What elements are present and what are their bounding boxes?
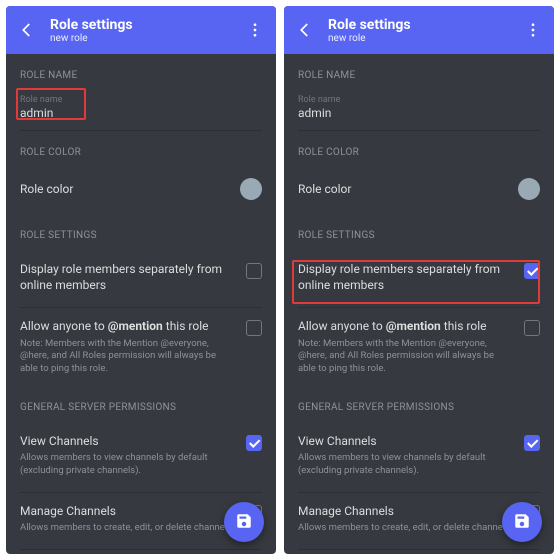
save-fab[interactable] — [224, 502, 264, 542]
perm-view-channels-title: View Channels — [20, 433, 236, 449]
setting-allow-mention-desc: Note: Members with the Mention @everyone… — [298, 338, 514, 376]
back-arrow-icon[interactable] — [18, 21, 36, 39]
perm-view-channels-desc: Allows members to view channels by defau… — [298, 452, 514, 478]
role-name-field[interactable]: Role name admin — [20, 91, 262, 126]
perm-view-channels-desc: Allows members to view channels by defau… — [20, 452, 236, 478]
checkbox-allow-mention[interactable] — [246, 320, 262, 336]
role-color-label: Role color — [20, 182, 240, 196]
role-name-field-label: Role name — [298, 95, 540, 105]
save-icon — [513, 512, 531, 533]
perm-view-channels-title: View Channels — [298, 433, 514, 449]
setting-display-separate[interactable]: Display role members separately from onl… — [20, 251, 262, 303]
setting-allow-mention-title: Allow anyone to @mention this role — [298, 318, 514, 334]
perm-manage-channels-title: Manage Channels — [20, 503, 236, 519]
phone-right: Role settings new role ROLE NAME Role na… — [284, 6, 554, 554]
role-color-swatch[interactable] — [240, 178, 262, 200]
setting-display-separate-title: Display role members separately from onl… — [298, 261, 514, 293]
setting-allow-mention[interactable]: Allow anyone to @mention this role Note:… — [20, 308, 262, 386]
role-name-field-label: Role name — [20, 95, 262, 105]
header-bar: Role settings new role — [6, 6, 276, 54]
role-color-row[interactable]: Role color — [298, 168, 540, 214]
role-name-field-value: admin — [298, 106, 540, 120]
perm-view-channels[interactable]: View Channels Allows members to view cha… — [20, 423, 262, 488]
overflow-menu-icon[interactable] — [524, 21, 542, 39]
perm-manage-channels-title: Manage Channels — [298, 503, 514, 519]
setting-display-separate-title: Display role members separately from onl… — [20, 261, 236, 293]
perm-manage-channels-desc: Allows members to create, edit, or delet… — [20, 522, 236, 535]
header-titles: Role settings new role — [328, 17, 510, 44]
section-general-perms: GENERAL SERVER PERMISSIONS — [20, 402, 262, 413]
back-arrow-icon[interactable] — [296, 21, 314, 39]
setting-allow-mention[interactable]: Allow anyone to @mention this role Note:… — [298, 308, 540, 386]
section-role-name: ROLE NAME — [20, 70, 262, 81]
header-subtitle: new role — [50, 33, 232, 44]
section-role-settings: ROLE SETTINGS — [298, 230, 540, 241]
header-titles: Role settings new role — [50, 17, 232, 44]
section-role-settings: ROLE SETTINGS — [20, 230, 262, 241]
checkbox-view-channels[interactable] — [246, 435, 262, 451]
role-name-field-value: admin — [20, 106, 262, 120]
checkbox-display-separate[interactable] — [246, 263, 262, 279]
section-role-color: ROLE COLOR — [298, 147, 540, 158]
setting-display-separate[interactable]: Display role members separately from onl… — [298, 251, 540, 303]
perm-manage-roles[interactable]: Manage Roles Allows members to create ne… — [20, 550, 262, 554]
scroll-content: ROLE NAME Role name admin ROLE COLOR Rol… — [284, 54, 554, 554]
role-color-swatch[interactable] — [518, 178, 540, 200]
checkbox-display-separate[interactable] — [524, 263, 540, 279]
section-general-perms: GENERAL SERVER PERMISSIONS — [298, 402, 540, 413]
section-role-name: ROLE NAME — [298, 70, 540, 81]
scroll-content: ROLE NAME Role name admin ROLE COLOR Rol… — [6, 54, 276, 554]
role-color-row[interactable]: Role color — [20, 168, 262, 214]
divider — [20, 130, 262, 131]
overflow-menu-icon[interactable] — [246, 21, 264, 39]
checkbox-view-channels[interactable] — [524, 435, 540, 451]
role-color-label: Role color — [298, 182, 518, 196]
phone-left: Role settings new role ROLE NAME Role na… — [6, 6, 276, 554]
header-title: Role settings — [50, 17, 232, 33]
header-title: Role settings — [328, 17, 510, 33]
perm-manage-roles[interactable]: Manage Roles Allows members to create ne… — [298, 550, 540, 554]
perm-view-channels[interactable]: View Channels Allows members to view cha… — [298, 423, 540, 488]
header-bar: Role settings new role — [284, 6, 554, 54]
save-icon — [235, 512, 253, 533]
role-name-field[interactable]: Role name admin — [298, 91, 540, 126]
perm-manage-channels-desc: Allows members to create, edit, or delet… — [298, 522, 514, 535]
section-role-color: ROLE COLOR — [20, 147, 262, 158]
save-fab[interactable] — [502, 502, 542, 542]
checkbox-allow-mention[interactable] — [524, 320, 540, 336]
header-subtitle: new role — [328, 33, 510, 44]
setting-allow-mention-desc: Note: Members with the Mention @everyone… — [20, 338, 236, 376]
setting-allow-mention-title: Allow anyone to @mention this role — [20, 318, 236, 334]
